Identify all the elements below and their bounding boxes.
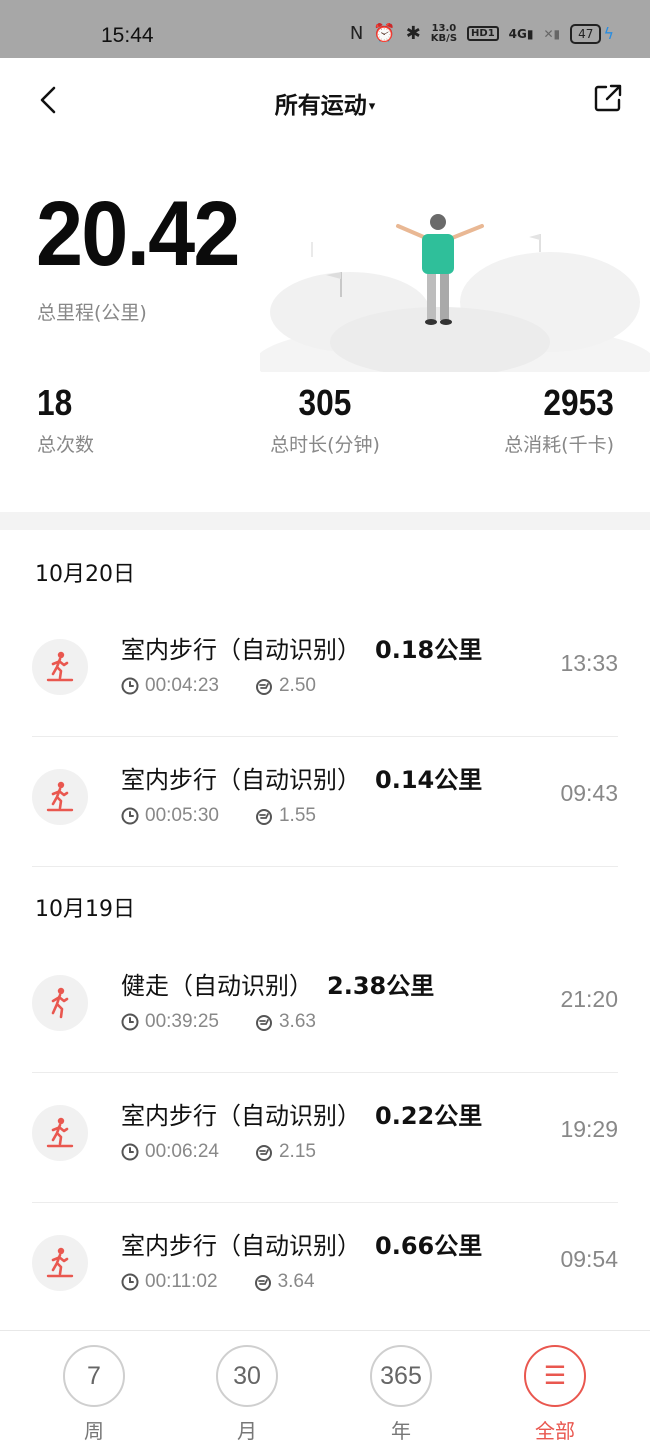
date-header: 10月19日 (35, 897, 135, 922)
activity-title: 室内步行（自动识别） 0.22公里 (121, 1102, 483, 1130)
tab-month-label: 月 (237, 1419, 257, 1443)
tab-week[interactable]: 7 周 (54, 1345, 134, 1444)
cell-signal-icon: 4G▮ (508, 26, 534, 41)
activity-meta: 00:05:30 1.55 (121, 805, 316, 827)
tab-week-circle: 7 (63, 1345, 125, 1407)
tab-year[interactable]: 365 年 (361, 1345, 441, 1444)
status-icons: N ⏰ ✱ 13.0 KB/S HD1 4G▮ ✕▮ 47 ϟ (350, 23, 614, 44)
share-icon[interactable] (592, 82, 624, 114)
activity-meta: 00:06:24 2.15 (121, 1141, 316, 1163)
tab-year-circle: 365 (370, 1345, 432, 1407)
sport-filter-dropdown[interactable]: 所有运动 ▾ (0, 86, 650, 120)
cell-signal-2-icon: ✕▮ (543, 26, 561, 41)
tab-week-label: 周 (84, 1419, 104, 1443)
clock-icon (121, 677, 139, 695)
stat-total-duration: 305 总时长(分钟) (264, 382, 386, 457)
pace-icon (255, 809, 272, 825)
total-distance-value: 20.42 (36, 183, 240, 285)
activity-row[interactable]: 室内步行（自动识别） 0.14公里 00:05:30 1.55 09:43 (0, 737, 650, 867)
activity-title: 室内步行（自动识别） 0.18公里 (121, 636, 483, 664)
activity-time: 21:20 (560, 986, 618, 1012)
treadmill-walk-icon (32, 1105, 88, 1161)
activity-duration: 00:05:30 (145, 805, 219, 826)
celebration-illustration (260, 214, 650, 372)
activity-duration: 00:11:02 (145, 1271, 218, 1292)
tab-year-label: 年 (391, 1419, 411, 1443)
activity-row[interactable]: 健走（自动识别） 2.38公里 00:39:25 3.63 21:20 (0, 943, 650, 1073)
treadmill-walk-icon (32, 769, 88, 825)
stat-count-label: 总次数 (37, 434, 95, 456)
clock-icon (121, 1013, 139, 1031)
activity-distance: 0.66公里 (375, 1232, 483, 1260)
nfc-icon: N (349, 23, 364, 44)
activity-pace: 2.15 (278, 1141, 316, 1162)
activity-time: 09:43 (560, 780, 618, 806)
dropdown-caret-icon: ▾ (368, 99, 376, 114)
stat-count-value: 18 (37, 382, 73, 423)
status-time: 15:44 (101, 24, 154, 47)
activity-distance: 0.14公里 (375, 766, 483, 794)
nav-bar: 所有运动 ▾ (0, 58, 650, 142)
alarm-icon: ⏰ (373, 23, 396, 44)
activity-time: 09:54 (560, 1246, 618, 1272)
activity-meta: 00:39:25 3.63 (121, 1011, 316, 1033)
clock-icon (121, 1143, 139, 1161)
stat-duration-value: 305 (298, 382, 352, 423)
period-tab-bar: 7 周 30 月 365 年 ☰ 全部 (0, 1330, 650, 1452)
activity-meta: 00:04:23 2.50 (121, 675, 316, 697)
clock-icon (121, 807, 139, 825)
activity-pace: 3.63 (278, 1011, 316, 1032)
net-speed: 13.0 KB/S (430, 22, 458, 44)
date-header: 10月20日 (35, 562, 135, 587)
activity-title: 健走（自动识别） 2.38公里 (121, 972, 435, 1000)
pace-icon (255, 1015, 272, 1031)
list-icon: ☰ (524, 1345, 586, 1407)
stat-total-count: 18 总次数 (37, 382, 94, 457)
tab-month[interactable]: 30 月 (207, 1345, 287, 1444)
treadmill-walk-icon (32, 639, 88, 695)
activity-distance: 0.18公里 (375, 636, 483, 664)
activity-duration: 00:06:24 (145, 1141, 219, 1162)
row-divider (32, 866, 618, 867)
pace-icon (255, 1145, 272, 1161)
activity-meta: 00:11:02 3.64 (121, 1271, 315, 1293)
activity-title: 室内步行（自动识别） 0.14公里 (121, 766, 483, 794)
activity-time: 19:29 (560, 1116, 618, 1142)
summary-section: 20.42 总里程(公里) 18 总次数 305 总时长(分钟) 2953 总消… (0, 142, 650, 512)
activity-duration: 00:04:23 (145, 675, 219, 696)
tab-month-circle: 30 (216, 1345, 278, 1407)
total-distance-label: 总里程(公里) (37, 302, 147, 324)
activity-pace: 1.55 (278, 805, 316, 826)
activity-distance: 2.38公里 (327, 972, 435, 1000)
activity-pace: 3.64 (277, 1271, 315, 1292)
stat-total-calories: 2953 总消耗(千卡) (504, 382, 614, 457)
hd-badge: HD1 (467, 26, 499, 41)
battery-icon: 47 (570, 23, 602, 44)
stat-calories-label: 总消耗(千卡) (504, 434, 614, 456)
tab-all[interactable]: ☰ 全部 (515, 1345, 595, 1444)
activity-row[interactable]: 室内步行（自动识别） 0.18公里 00:04:23 2.50 13:33 (0, 607, 650, 737)
tab-all-label: 全部 (535, 1419, 575, 1443)
activity-row[interactable]: 室内步行（自动识别） 0.22公里 00:06:24 2.15 19:29 (0, 1073, 650, 1203)
pace-icon (254, 1275, 271, 1291)
pace-icon (255, 679, 272, 695)
section-divider (0, 512, 650, 530)
bluetooth-icon: ✱ (405, 23, 421, 44)
walk-icon (32, 975, 88, 1031)
activity-pace: 2.50 (278, 675, 316, 696)
clock-icon (121, 1273, 139, 1291)
activity-row[interactable]: 室内步行（自动识别） 0.66公里 00:11:02 3.64 09:54 (0, 1203, 650, 1333)
charging-icon: ϟ (603, 24, 614, 43)
treadmill-walk-icon (32, 1235, 88, 1291)
status-bar: 15:44 N ⏰ ✱ 13.0 KB/S HD1 4G▮ ✕▮ 47 ϟ (0, 0, 650, 58)
stat-calories-value: 2953 (543, 382, 614, 423)
stat-duration-label: 总时长(分钟) (270, 434, 380, 456)
activity-distance: 0.22公里 (375, 1102, 483, 1130)
activity-time: 13:33 (560, 650, 618, 676)
activity-duration: 00:39:25 (145, 1011, 219, 1032)
activity-title: 室内步行（自动识别） 0.66公里 (121, 1232, 483, 1260)
